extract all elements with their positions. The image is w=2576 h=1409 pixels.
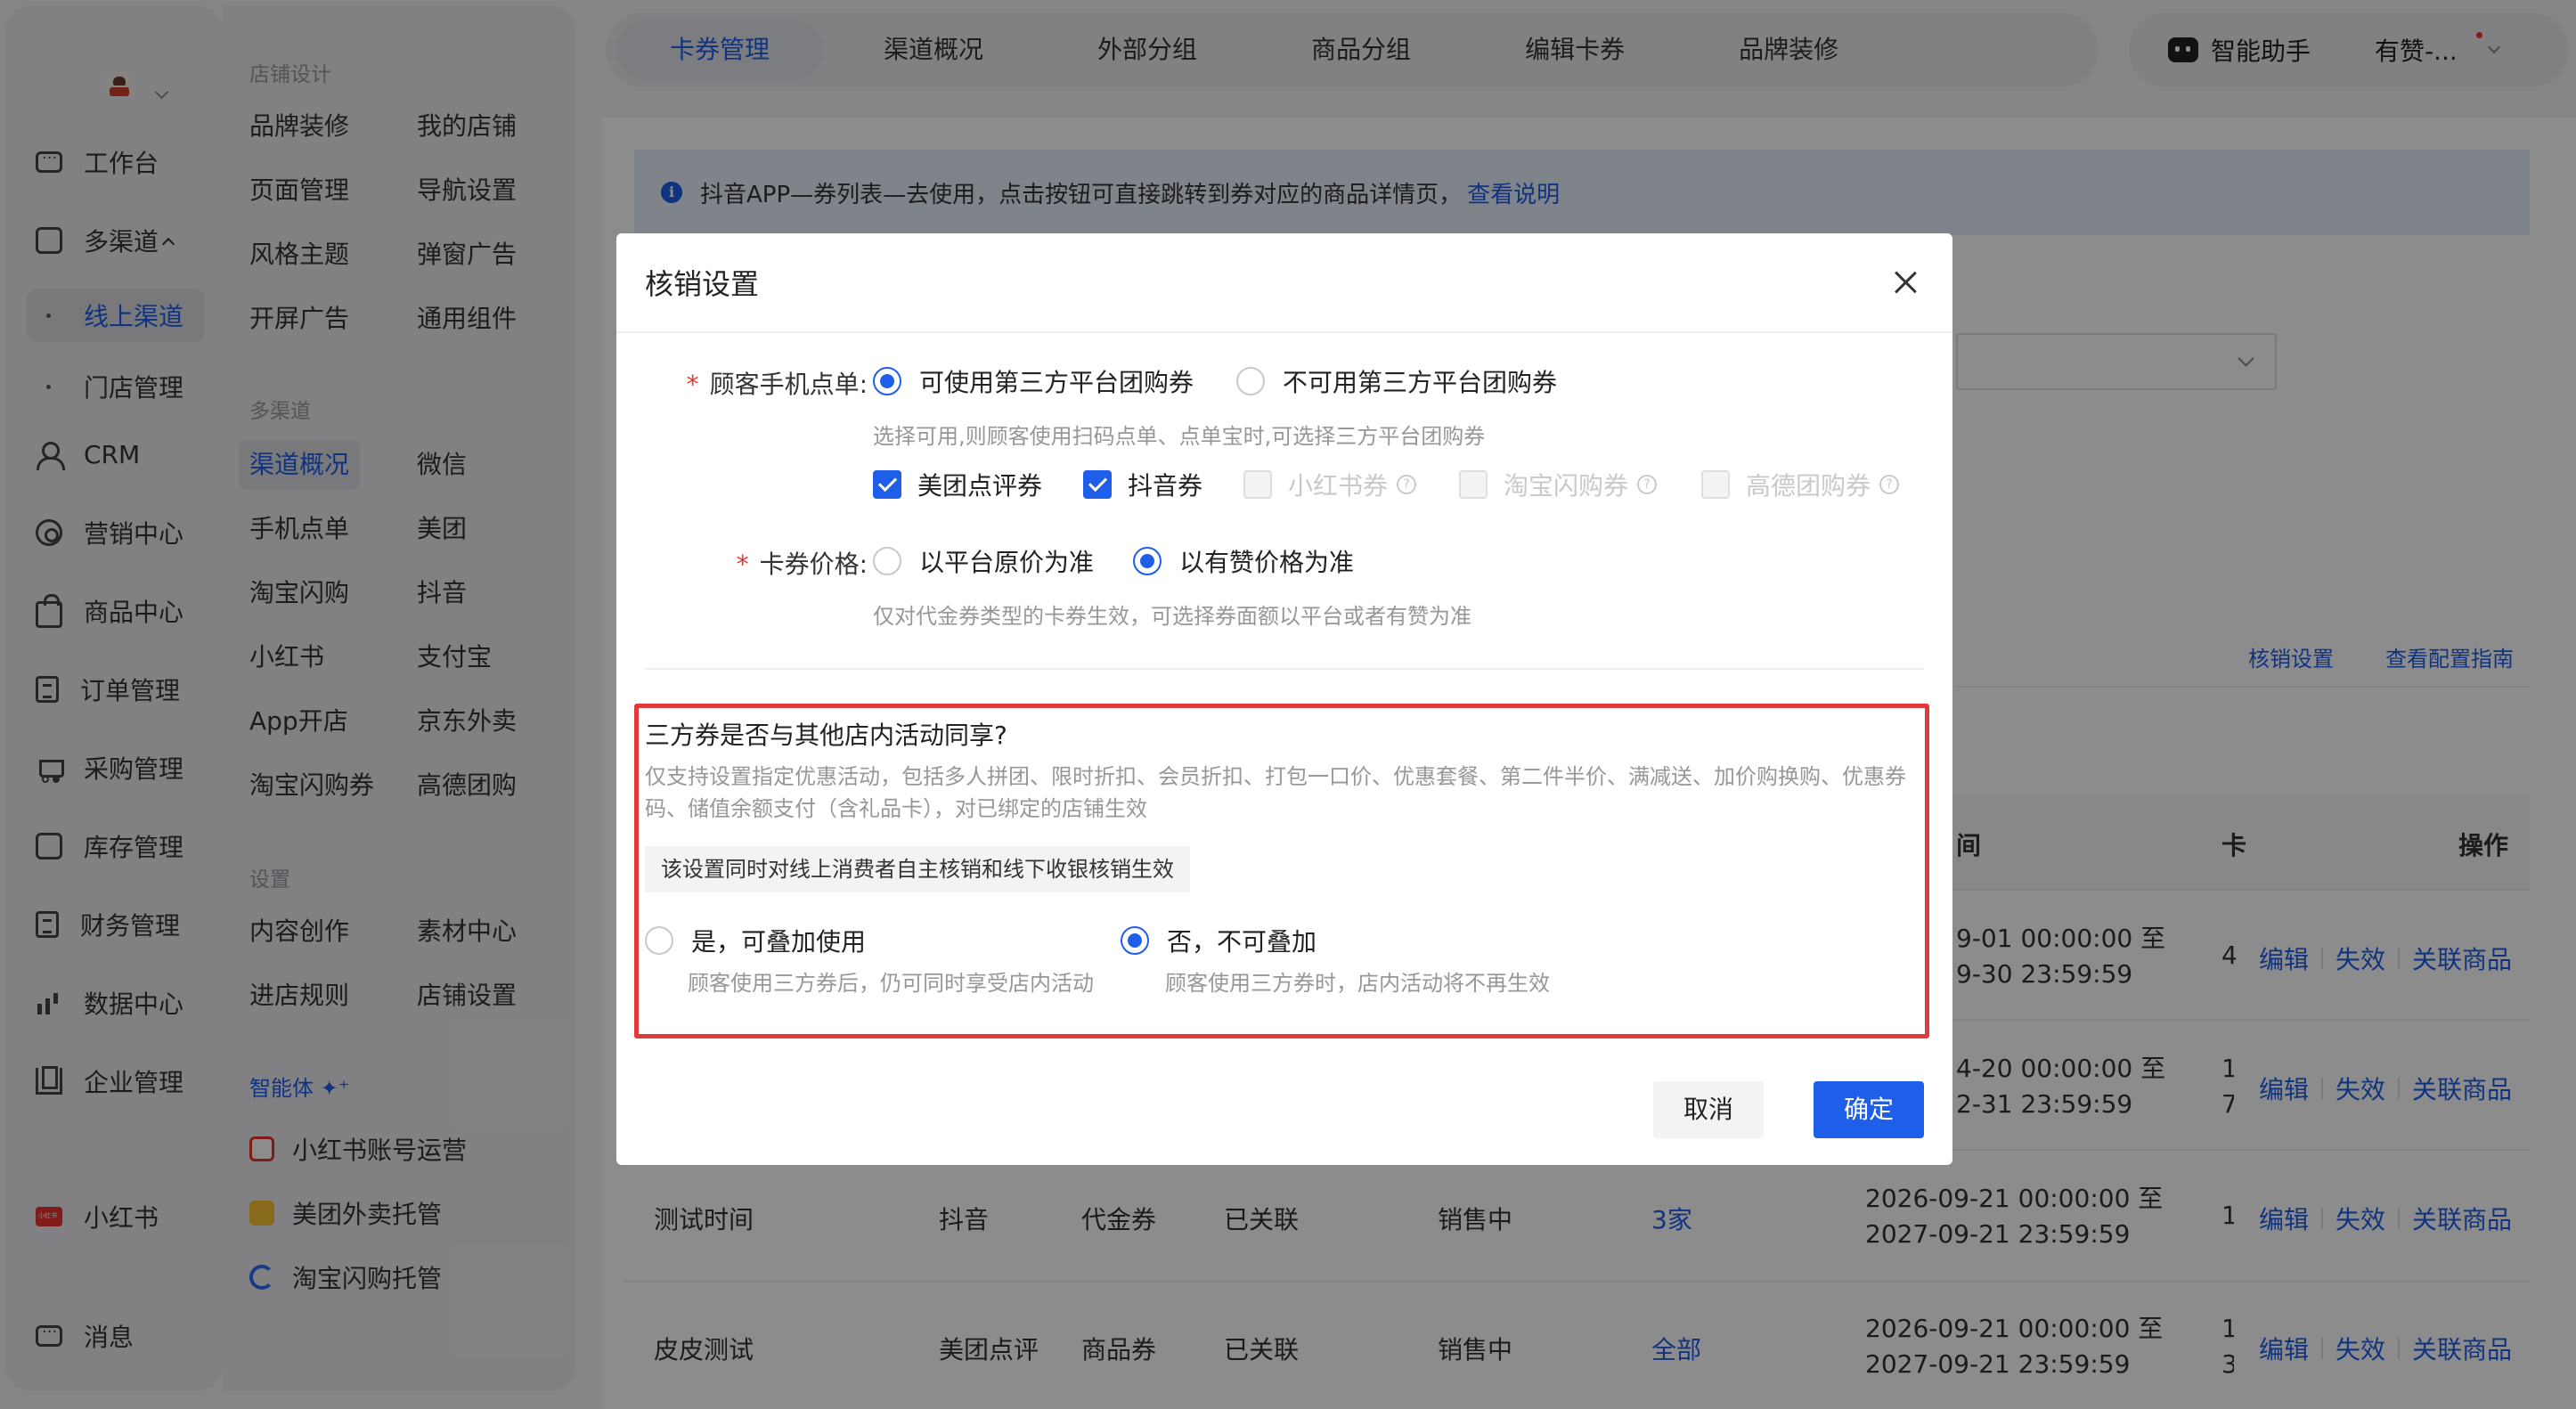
radio-label: 可使用第三方平台团购券 (919, 368, 1194, 397)
radio-circle (873, 547, 901, 575)
radio-circle (1236, 367, 1265, 395)
share-note-tag: 该设置同时对线上消费者自主核销和线下收银核销生效 (645, 846, 1190, 892)
price-radio-platform[interactable]: 以平台原价为准 (873, 543, 1094, 579)
checkbox-label: 抖音券 (1128, 471, 1203, 501)
dialog-header: 核销设置 (616, 233, 1952, 333)
help-icon[interactable]: ? (1879, 475, 1900, 494)
radio-label: 以平台原价为准 (919, 548, 1095, 577)
confirm-button[interactable]: 确定 (1814, 1081, 1924, 1138)
share-radio-no[interactable]: 否，不可叠加 (1121, 923, 1317, 958)
checkbox-taobao: 淘宝闪购券? (1459, 467, 1658, 502)
price-hint: 仅对代金券类型的卡券生效，可选择券面额以平台或者有赞为准 (873, 604, 1471, 629)
price-radio-youzan[interactable]: 以有赞价格为准 (1133, 543, 1354, 579)
share-radio-yes[interactable]: 是，可叠加使用 (645, 923, 866, 958)
help-icon[interactable]: ? (1637, 475, 1658, 494)
checkbox-douyin[interactable]: 抖音券 (1083, 467, 1202, 502)
checkbox-box (1243, 470, 1272, 499)
checkbox-xiaohongshu: 小红书券? (1243, 467, 1417, 502)
checkbox-box (873, 470, 901, 499)
checkbox-box (1459, 470, 1488, 499)
radio-circle (1133, 547, 1162, 575)
share-description: 仅支持设置指定优惠活动，包括多人拼团、限时折扣、会员折扣、打包一口价、优惠套餐、… (645, 764, 1906, 821)
checkbox-meituan[interactable]: 美团点评券 (873, 467, 1042, 502)
radio-circle (873, 367, 901, 395)
label-text: 卡券价格: (759, 550, 868, 579)
order-radio-allow[interactable]: 可使用第三方平台团购券 (873, 363, 1194, 399)
checkbox-label: 美团点评券 (917, 471, 1043, 501)
required-mark: * (736, 550, 749, 579)
help-icon[interactable]: ? (1397, 475, 1417, 494)
radio-circle (645, 926, 673, 955)
radio-label: 否，不可叠加 (1167, 927, 1317, 957)
checkbox-label: 淘宝闪购券 (1504, 471, 1629, 501)
cancel-button[interactable]: 取消 (1653, 1081, 1764, 1138)
checkbox-label: 高德团购券 (1746, 471, 1871, 501)
share-yes-hint: 顾客使用三方券后，仍可同时享受店内活动 (688, 971, 1094, 996)
share-question: 三方券是否与其他店内活动同享? (645, 721, 1007, 750)
order-radio-deny[interactable]: 不可用第三方平台团购券 (1236, 363, 1557, 399)
radio-label: 是，可叠加使用 (691, 927, 867, 957)
close-icon[interactable] (1892, 269, 1919, 296)
share-no-hint: 顾客使用三方券时，店内活动将不再生效 (1165, 971, 1550, 996)
order-field-label: * 顾客手机点单: (638, 365, 868, 401)
checkbox-gaode: 高德团购券? (1701, 467, 1900, 502)
dialog-title: 核销设置 (645, 267, 760, 301)
checkbox-box (1083, 470, 1112, 499)
label-text: 顾客手机点单: (709, 370, 868, 399)
verification-settings-dialog: 核销设置 * 顾客手机点单: 可使用第三方平台团购券 不可用第三方平台团购券 选择… (616, 233, 1952, 1165)
order-hint: 选择可用,则顾客使用扫码点单、点单宝时,可选择三方平台团购券 (873, 424, 1486, 449)
divider (645, 668, 1924, 670)
radio-label: 以有赞价格为准 (1179, 548, 1355, 577)
radio-circle (1121, 926, 1149, 955)
required-mark: * (686, 370, 699, 399)
checkbox-box (1701, 470, 1730, 499)
price-field-label: * 卡券价格: (638, 545, 868, 581)
checkbox-label: 小红书券 (1288, 471, 1389, 501)
radio-label: 不可用第三方平台团购券 (1283, 368, 1558, 397)
